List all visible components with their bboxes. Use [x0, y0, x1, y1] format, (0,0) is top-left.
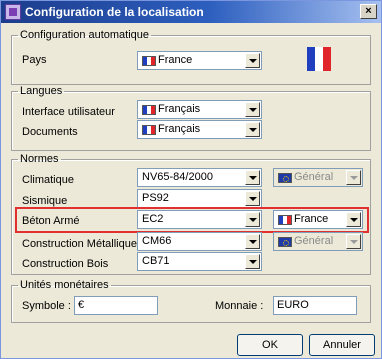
pays-select[interactable]: France: [137, 51, 262, 70]
normes-legend: Normes: [20, 153, 59, 165]
flag-eu-icon: [278, 237, 292, 247]
construction-bois-select[interactable]: CB71: [137, 252, 262, 271]
monnaie-legend: Unités monétaires: [20, 279, 109, 291]
climatique-select[interactable]: NV65-84/2000: [137, 168, 262, 187]
beton-arme-region-select[interactable]: France: [273, 210, 363, 229]
beton-arme-label: Béton Armé: [22, 215, 80, 227]
documents-select[interactable]: Français: [137, 120, 262, 139]
documents-label: Documents: [22, 126, 78, 138]
flag-france-icon: [142, 105, 156, 115]
flag-france-icon: [142, 56, 156, 66]
construction-bois-label: Construction Bois: [22, 258, 109, 270]
monnaie-label: Monnaie :: [215, 300, 264, 312]
beton-arme-region-value: France: [294, 213, 329, 225]
symbole-value: €: [78, 299, 85, 311]
sismique-label: Sismique: [22, 195, 68, 207]
climatique-label: Climatique: [22, 174, 74, 186]
chevron-down-icon[interactable]: [245, 170, 260, 185]
cancel-button[interactable]: Annuler: [309, 334, 375, 356]
climatique-region-select: Général: [273, 168, 363, 187]
chevron-down-icon[interactable]: [245, 234, 260, 249]
chevron-down-icon[interactable]: [245, 53, 260, 68]
flag-france-icon: [278, 215, 292, 225]
documents-value: Français: [158, 123, 201, 135]
beton-arme-value: EC2: [142, 213, 164, 225]
chevron-down-icon: [346, 234, 361, 249]
interface-value: Français: [158, 103, 201, 115]
symbole-label: Symbole :: [22, 300, 71, 312]
climatique-value: NV65-84/2000: [142, 171, 213, 183]
window-title: Configuration de la localisation: [25, 5, 204, 19]
beton-arme-select[interactable]: EC2: [137, 210, 262, 229]
construction-metallique-region-select: Général: [273, 232, 363, 251]
chevron-down-icon[interactable]: [245, 254, 260, 269]
localisation-dialog: Configuration de la localisation × Confi…: [0, 0, 382, 359]
ok-button[interactable]: OK: [237, 334, 303, 356]
chevron-down-icon: [346, 170, 361, 185]
app-icon: [5, 4, 21, 20]
climatique-region-value: Général: [294, 171, 334, 183]
chevron-down-icon[interactable]: [346, 212, 361, 227]
chevron-down-icon[interactable]: [245, 102, 260, 117]
symbole-field[interactable]: €: [74, 296, 158, 315]
title-bar: Configuration de la localisation ×: [1, 1, 381, 23]
sismique-value: PS92: [142, 192, 169, 204]
construction-metallique-select[interactable]: CM66: [137, 232, 262, 251]
pays-label: Pays: [22, 54, 47, 66]
interface-select[interactable]: Français: [137, 100, 262, 119]
chevron-down-icon[interactable]: [245, 212, 260, 227]
construction-metallique-region-value: Général: [294, 235, 334, 247]
monnaie-field[interactable]: EURO: [273, 296, 357, 315]
monnaie-value: EURO: [277, 299, 309, 311]
sismique-select[interactable]: PS92: [137, 189, 262, 208]
auto-config-legend: Configuration automatique: [20, 29, 150, 41]
chevron-down-icon[interactable]: [245, 191, 260, 206]
close-button[interactable]: ×: [360, 4, 377, 19]
construction-metallique-value: CM66: [142, 235, 172, 247]
langues-legend: Langues: [20, 85, 63, 97]
interface-label: Interface utilisateur: [22, 106, 115, 118]
chevron-down-icon[interactable]: [245, 122, 260, 137]
pays-value: France: [158, 54, 193, 66]
construction-bois-value: CB71: [142, 255, 170, 267]
flag-eu-icon: [278, 173, 292, 183]
flag-france-icon: [142, 125, 156, 135]
construction-metallique-label: Construction Métallique: [22, 238, 137, 250]
flag-france-icon: [307, 47, 331, 71]
